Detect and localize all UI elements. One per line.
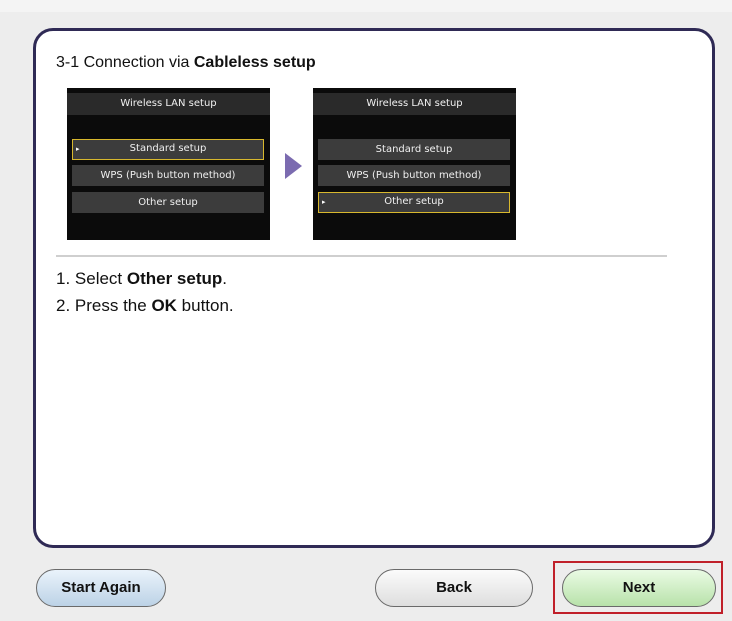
menu-item-wps: WPS (Push button method): [318, 165, 510, 186]
instruction-panel: 3-1 Connection via Cableless setup Wirel…: [33, 28, 715, 548]
start-again-button[interactable]: Start Again: [36, 569, 166, 607]
back-button[interactable]: Back: [375, 569, 533, 607]
menu-item-label: Standard setup: [129, 143, 207, 154]
step-text: .: [222, 269, 228, 288]
screen-title: Wireless LAN setup: [67, 93, 270, 115]
step-text: 1. Select: [56, 269, 127, 288]
printer-screen-after: Wireless LAN setup Standard setup WPS (P…: [313, 88, 516, 240]
title-bold: Cableless setup: [193, 54, 316, 71]
divider: [56, 255, 667, 257]
menu-item-standard-setup: ▸ Standard setup: [72, 139, 264, 160]
title-prefix: 3-1 Connection via: [56, 54, 194, 71]
instruction-step-1: 1. Select Other setup.: [56, 269, 227, 289]
top-strip: [0, 0, 732, 12]
menu-item-label: Other setup: [384, 196, 444, 207]
caret-right-icon: ▸: [322, 198, 326, 206]
step-emphasis: OK: [151, 296, 177, 315]
screen-title: Wireless LAN setup: [313, 93, 516, 115]
printer-screen-before: Wireless LAN setup ▸ Standard setup WPS (…: [67, 88, 270, 240]
menu-item-wps: WPS (Push button method): [72, 165, 264, 186]
menu-item-label: WPS (Push button method): [100, 170, 236, 181]
caret-right-icon: ▸: [76, 145, 80, 153]
menu-item-standard-setup: Standard setup: [318, 139, 510, 160]
menu-item-other-setup: ▸ Other setup: [318, 192, 510, 213]
instruction-step-2: 2. Press the OK button.: [56, 296, 234, 316]
page-title: 3-1 Connection via Cableless setup: [56, 54, 316, 72]
next-button[interactable]: Next: [562, 569, 716, 607]
menu-item-label: Other setup: [138, 197, 198, 208]
step-emphasis: Other setup: [126, 269, 223, 288]
step-text: 2. Press the: [56, 296, 152, 315]
menu-item-other-setup: Other setup: [72, 192, 264, 213]
menu-item-label: WPS (Push button method): [346, 170, 482, 181]
step-text: button.: [176, 296, 234, 315]
arrow-right-icon: [285, 153, 302, 179]
menu-item-label: Standard setup: [375, 144, 453, 155]
